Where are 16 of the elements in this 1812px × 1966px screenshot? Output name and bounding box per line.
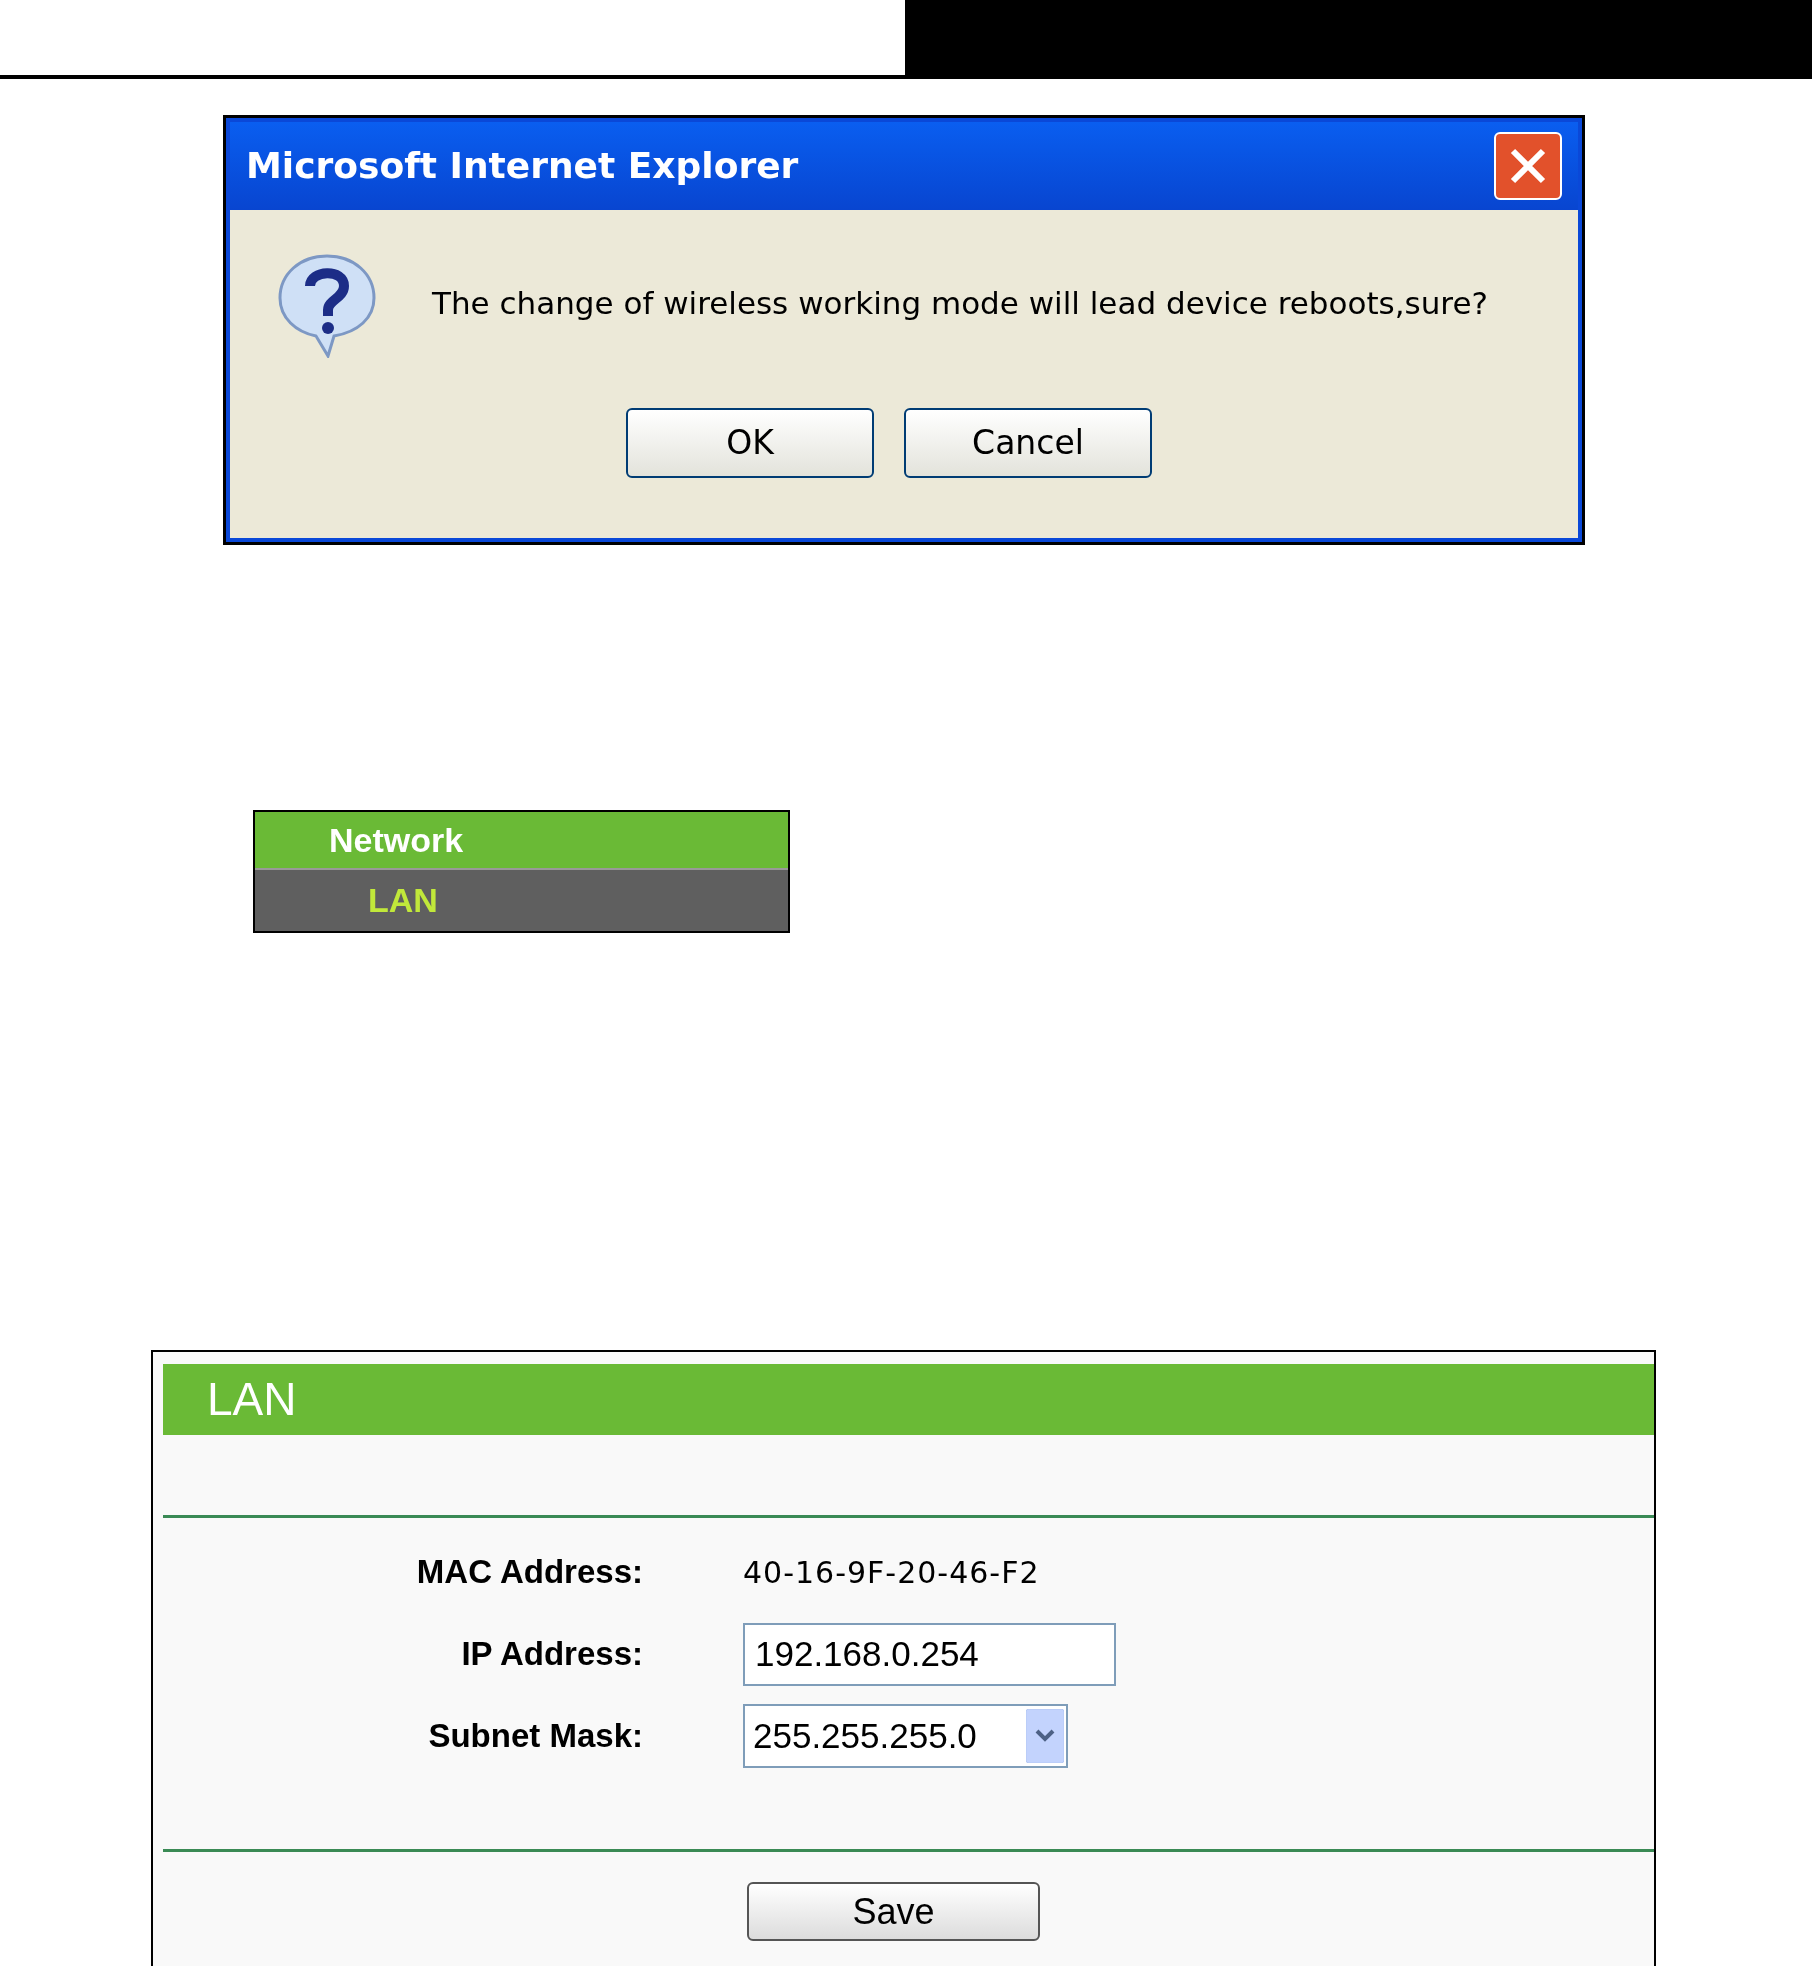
close-icon — [1509, 147, 1547, 185]
dialog-message: The change of wireless working mode will lead device reboots,sure? — [432, 283, 1488, 323]
field-label: Subnet Mask: — [427, 1716, 643, 1757]
window-title: Microsoft Internet Explorer — [246, 144, 799, 188]
mac-address-value: 40-16-9F-20-46-F2 — [743, 1554, 1040, 1590]
dialog-button[interactable]: Cancel — [904, 408, 1152, 478]
field-label: IP Address: — [460, 1634, 643, 1675]
ip-address-field[interactable]: 192.168.0.254 — [743, 1622, 1116, 1686]
menu-item[interactable]: LAN — [255, 870, 788, 931]
dialog-button[interactable]: OK — [626, 408, 874, 478]
dropdown-icon — [1026, 1709, 1064, 1763]
save-button[interactable]: Save — [747, 1882, 1040, 1941]
panel-title: LAN — [207, 1372, 297, 1427]
subnet-mask-select[interactable]: 255.255.255.0 — [743, 1704, 1068, 1768]
field-label: MAC Address: — [415, 1552, 643, 1593]
close-button[interactable] — [1494, 132, 1562, 200]
